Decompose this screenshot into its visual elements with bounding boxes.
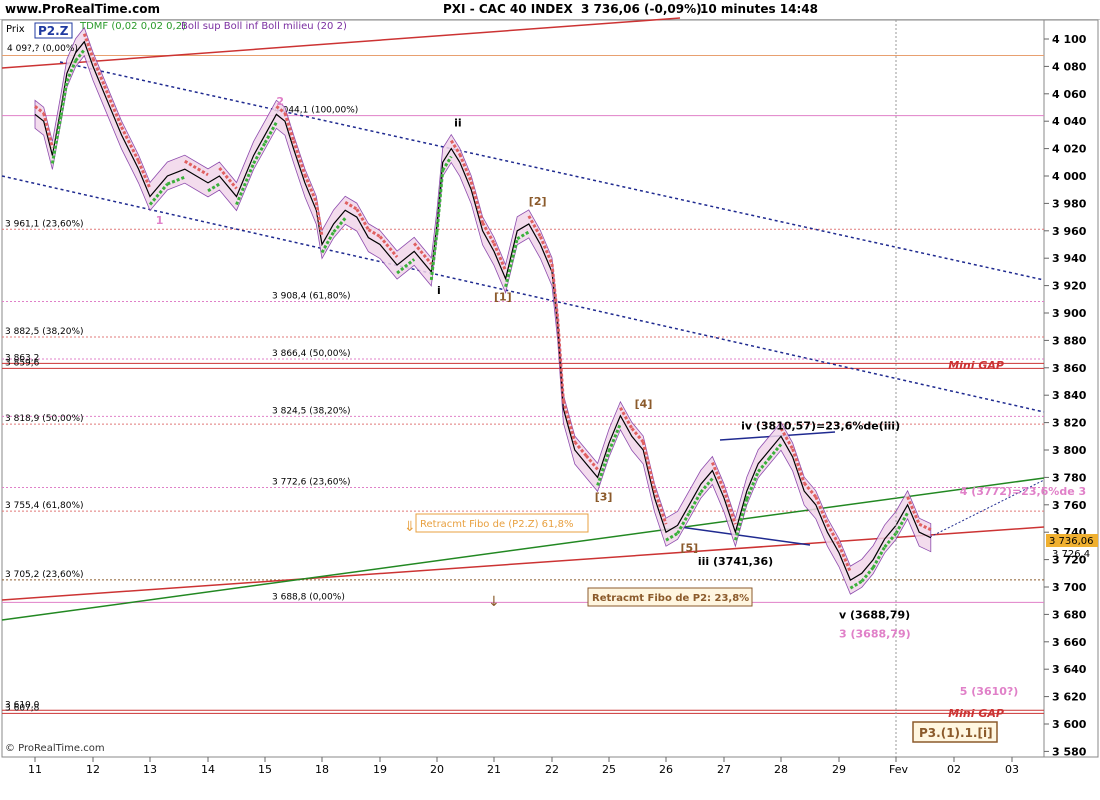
y-tick-label: 4 060 — [1052, 88, 1087, 101]
wave-annotation: [4] — [635, 398, 653, 411]
y-tick-label: 3 620 — [1052, 691, 1087, 704]
x-tick-label: 26 — [659, 763, 673, 776]
y-tick-label: 3 660 — [1052, 636, 1087, 649]
y-tick-label: 3 960 — [1052, 225, 1087, 238]
fibo-level-label: 3 688,8 (0,00%) — [272, 592, 345, 602]
wave-annotation: [1] — [494, 291, 512, 304]
x-tick-label: 25 — [602, 763, 616, 776]
wave-label: P3.(1).1.[i] — [919, 726, 993, 740]
last-price-badge: 3 736,06 — [1049, 536, 1094, 547]
y-tick-label: 4 080 — [1052, 60, 1087, 73]
x-tick-label: 15 — [258, 763, 272, 776]
y-tick-label: 4 020 — [1052, 143, 1087, 156]
wave-annotation: iv (3810,57)=23,6%de(iii) — [741, 419, 900, 432]
y-tick-label: 3 920 — [1052, 280, 1087, 293]
fibo-level-label: 3 961,1 (23,60%) — [5, 219, 84, 229]
x-tick-label: 11 — [28, 763, 42, 776]
y-tick-label: 3 880 — [1052, 334, 1087, 347]
y-tick-label: 3 780 — [1052, 471, 1087, 484]
y-tick-label: 4 000 — [1052, 170, 1087, 183]
y-tick-label: 3 700 — [1052, 581, 1087, 594]
fibo-level-label: 3 705,2 (23,60%) — [5, 570, 84, 580]
y-tick-label: 3 940 — [1052, 252, 1087, 265]
wave-annotation: [3] — [595, 491, 613, 504]
fibo-level-label: 3 866,4 (50,00%) — [272, 349, 351, 359]
fibo-level-label: 3 755,4 (61,80%) — [5, 501, 84, 511]
x-tick-label: 27 — [717, 763, 731, 776]
p2z-label: P2.Z — [38, 24, 69, 38]
x-tick-label: 02 — [947, 763, 961, 776]
wave-annotation: ii — [454, 117, 462, 130]
fibo-arrow-2: ↓ — [488, 594, 500, 610]
fibo-level-label: 3 772,6 (23,60%) — [272, 478, 351, 488]
wave-annotation: 1 — [156, 214, 164, 227]
wave-annotation: Mini GAP — [948, 359, 1004, 372]
fibo-level-label: 3 607,8 — [5, 703, 40, 713]
fibo-arrow-1: ⇓ — [404, 519, 416, 535]
y-tick-label: 3 640 — [1052, 663, 1087, 676]
fibo-level-label: 3 859,6 — [5, 358, 40, 368]
wave-annotation: 4 (3772)=23,6%de 3 — [960, 485, 1086, 498]
wave-annotation: 3 (3688,79) — [839, 628, 911, 641]
y-tick-label: 3 800 — [1052, 444, 1087, 457]
copyright: © ProRealTime.com — [5, 743, 105, 754]
fibo-level-label: 3 824,5 (38,20%) — [272, 406, 351, 416]
x-tick-label: 12 — [86, 763, 100, 776]
y-tick-label: 3 980 — [1052, 197, 1087, 210]
tdmf-legend: TDMF (0,02 0,02 0,2) — [79, 21, 186, 32]
x-tick-label: Fev — [889, 763, 908, 776]
x-tick-label: 22 — [545, 763, 559, 776]
wave-annotation: v (3688,79) — [839, 609, 910, 622]
fibo-level-label: 3 908,4 (61,80%) — [272, 291, 351, 301]
y-tick-label: 3 680 — [1052, 608, 1087, 621]
fibo-level-label: 3 882,5 (38,20%) — [5, 327, 84, 337]
bollinger-legend: Boll sup Boll inf Boll milieu (20 2) — [181, 21, 347, 32]
wave-annotation: [5] — [681, 541, 699, 554]
y-tick-label: 3 860 — [1052, 362, 1087, 375]
y-tick-label: 4 040 — [1052, 115, 1087, 128]
price-tag-2: 3 726,4 — [1052, 549, 1090, 560]
y-tick-label: 3 900 — [1052, 307, 1087, 320]
wave-annotation: 5 (3610?) — [960, 685, 1019, 698]
y-tick-label: 3 580 — [1052, 745, 1087, 758]
wave-annotation: Mini GAP — [948, 707, 1004, 720]
y-tick-label: 4 100 — [1052, 33, 1087, 46]
top-level-label: 4 09?,? (0,00%) — [7, 44, 78, 54]
fibo-level-label: 3 818,9 (50,00%) — [5, 414, 84, 424]
prix-label: Prix — [6, 24, 25, 35]
x-tick-label: 28 — [774, 763, 788, 776]
x-tick-label: 18 — [315, 763, 329, 776]
plot-frame — [1, 19, 1045, 758]
x-tick-label: 20 — [430, 763, 444, 776]
x-tick-label: 14 — [201, 763, 215, 776]
y-tick-label: 3 840 — [1052, 389, 1087, 402]
wave-annotation: [2] — [529, 195, 547, 208]
x-tick-label: 21 — [487, 763, 501, 776]
x-tick-label: 29 — [832, 763, 846, 776]
x-tick-label: 13 — [143, 763, 157, 776]
x-tick-label: 03 — [1005, 763, 1019, 776]
y-tick-label: 3 600 — [1052, 718, 1087, 731]
fibo-note-2: Retracmt Fibo de P2: 23,8% — [592, 593, 749, 604]
wave-annotation: 2 — [276, 95, 284, 108]
price-chart: 4 044,1 (100,00%)3 961,1 (23,60%)3 908,4… — [1, 17, 1099, 776]
y-tick-label: 3 820 — [1052, 417, 1087, 430]
fibo-note-1: Retracmt Fibo de (P2.Z) 61,8% — [420, 519, 573, 530]
x-tick-label: 19 — [373, 763, 387, 776]
y-tick-label: 3 760 — [1052, 499, 1087, 512]
wave-annotation: iii (3741,36) — [698, 555, 773, 568]
wave-annotation: i — [437, 284, 441, 297]
